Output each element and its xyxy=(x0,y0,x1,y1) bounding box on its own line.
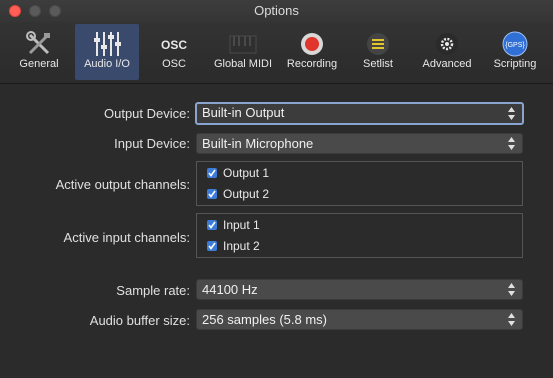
tab-general-label: General xyxy=(19,58,59,70)
tab-osc-label: OSC xyxy=(162,58,186,70)
checkbox-checked[interactable] xyxy=(207,220,217,230)
popup-arrows-icon xyxy=(508,137,515,150)
output-device-popup[interactable]: Built-in Output xyxy=(195,102,524,125)
title-bar: Options xyxy=(0,0,553,22)
input-channels-list: Input 1 Input 2 xyxy=(196,213,523,258)
popup-arrows-icon xyxy=(508,283,515,296)
tab-general[interactable]: General xyxy=(10,24,68,80)
tab-osc[interactable]: OSC OSC xyxy=(146,24,202,80)
gear-icon xyxy=(436,33,458,55)
osc-icon-text: OSC xyxy=(161,38,187,52)
preferences-toolbar: General Audio I/O OSC OSC Global MIDI Re… xyxy=(0,22,553,84)
sample-rate-value: 44100 Hz xyxy=(202,282,258,297)
checkbox-checked[interactable] xyxy=(207,241,217,251)
tools-icon xyxy=(26,31,50,55)
options-window: Options General Audio I/O OSC OSC Global… xyxy=(0,0,553,378)
popup-arrows-icon xyxy=(508,107,515,120)
tab-audio-io-label: Audio I/O xyxy=(84,58,130,70)
tab-scripting-label: Scripting xyxy=(493,58,537,70)
active-input-channels-label: Active input channels: xyxy=(63,230,190,245)
popup-arrows-icon xyxy=(508,313,515,326)
checkbox-checked[interactable] xyxy=(207,168,217,178)
checkmark-icon xyxy=(208,190,216,198)
audio-buffer-size-label: Audio buffer size: xyxy=(89,313,190,328)
channel-label: Input 2 xyxy=(223,239,260,253)
checkmark-icon xyxy=(208,242,216,250)
tab-global-midi-label: Global MIDI xyxy=(213,58,273,70)
gps-script-icon: {GPS} xyxy=(502,31,528,57)
tab-scripting[interactable]: {GPS} Scripting xyxy=(487,24,543,80)
channel-label: Input 1 xyxy=(223,218,260,232)
active-output-channels-label: Active output channels: xyxy=(55,177,190,192)
record-icon xyxy=(301,33,323,55)
setlist-icon xyxy=(367,33,389,55)
sample-rate-label: Sample rate: xyxy=(116,283,190,298)
tab-audio-io[interactable]: Audio I/O xyxy=(75,24,139,80)
tab-advanced-label: Advanced xyxy=(422,58,472,70)
tab-setlist-label: Setlist xyxy=(363,58,393,70)
channel-label: Output 2 xyxy=(223,187,270,201)
sample-rate-popup[interactable]: 44100 Hz xyxy=(196,279,523,300)
checkmark-icon xyxy=(208,169,216,177)
gps-icon-text: {GPS} xyxy=(505,42,525,49)
channel-label: Output 1 xyxy=(223,166,270,180)
input-device-label: Input Device: xyxy=(114,136,190,151)
window-title: Options xyxy=(254,3,299,18)
audio-buffer-size-value: 256 samples (5.8 ms) xyxy=(202,312,327,327)
tab-setlist[interactable]: Setlist xyxy=(353,24,403,80)
input-device-popup[interactable]: Built-in Microphone xyxy=(196,133,523,154)
output-device-value: Built-in Output xyxy=(202,105,285,120)
output-channels-list: Output 1 Output 2 xyxy=(196,161,523,206)
input-device-value: Built-in Microphone xyxy=(202,136,314,151)
tab-recording-label: Recording xyxy=(286,58,338,70)
midi-keyboard-icon xyxy=(229,35,257,54)
checkbox-checked[interactable] xyxy=(207,189,217,199)
tab-global-midi[interactable]: Global MIDI xyxy=(208,24,278,80)
checkmark-icon xyxy=(208,221,216,229)
audio-buffer-size-popup[interactable]: 256 samples (5.8 ms) xyxy=(196,309,523,330)
output-device-label: Output Device: xyxy=(104,106,190,121)
tab-advanced[interactable]: Advanced xyxy=(418,24,476,80)
tab-recording[interactable]: Recording xyxy=(283,24,341,80)
mixer-sliders-icon xyxy=(94,32,121,56)
osc-icon: OSC xyxy=(161,38,187,52)
